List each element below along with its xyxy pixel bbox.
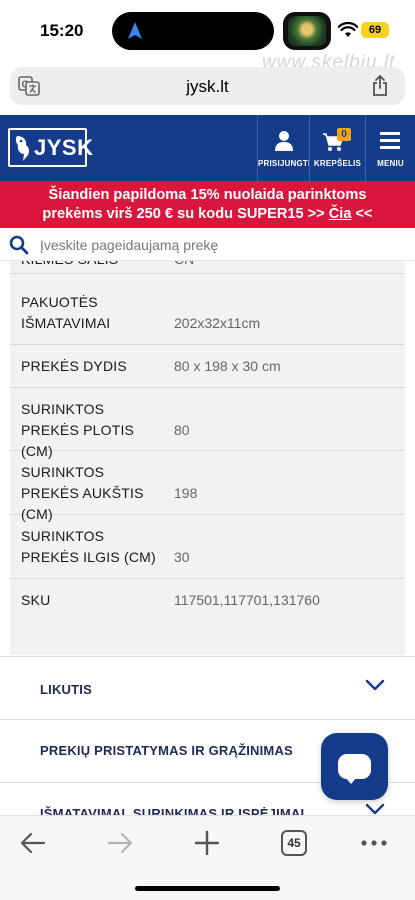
spec-value: 198 <box>174 485 198 501</box>
promo-line-1: Šiandien papildoma 15% nuolaida parinkto… <box>48 187 367 203</box>
promo-banner[interactable]: Šiandien papildoma 15% nuolaida parinkto… <box>0 181 415 228</box>
spec-value: 80 x 198 x 30 cm <box>174 358 281 374</box>
more-options-icon[interactable] <box>360 828 388 858</box>
jysk-logo[interactable]: JYSK <box>8 128 93 167</box>
cart-count-badge: 0 <box>337 128 351 141</box>
wifi-icon <box>338 22 358 37</box>
status-time: 15:20 <box>40 21 84 40</box>
spec-row: SURINKTOS PREKĖS ILGIS (CM) 30 <box>10 515 405 579</box>
chevron-down-icon[interactable] <box>365 679 385 691</box>
spec-label: PAKUOTĖS IŠMATAVIMAI <box>21 294 111 331</box>
chat-bubble-icon <box>338 754 371 784</box>
hamburger-menu-icon <box>380 132 400 149</box>
spec-label: KILMĖS ŠALIS <box>21 261 166 270</box>
spec-label: SURINKTOS PREKĖS ILGIS (CM) <box>21 528 156 565</box>
spec-row: SURINKTOS PREKĖS PLOTIS (CM) 80 <box>10 388 405 459</box>
home-indicator <box>135 886 280 891</box>
status-bar: 15:20 69 <box>0 0 415 60</box>
promo-link[interactable]: Čia <box>329 206 352 222</box>
login-button[interactable]: PRISIJUNGTI <box>257 115 311 181</box>
spec-label: SKU <box>21 592 51 608</box>
promo-line-2: prekėms virš 250 € su kodu SUPER15 >> Či… <box>0 205 415 224</box>
battery-indicator: 69 <box>361 22 389 38</box>
back-arrow-icon[interactable] <box>20 828 46 858</box>
site-header: JYSK PRISIJUNGTI 0 KREPŠELIS MENIU <box>0 115 415 181</box>
share-icon[interactable] <box>371 75 389 97</box>
spec-row: SURINKTOS PREKĖS AUKŠTIS (CM) 198 <box>10 451 405 522</box>
cart-label: KREPŠELIS <box>313 159 362 168</box>
spec-value: 117501,117701,131760 <box>174 592 320 608</box>
promo-line-2-suffix: << <box>351 206 373 222</box>
chevron-down-icon[interactable] <box>365 803 385 815</box>
user-icon <box>275 131 293 151</box>
bird-logo-icon <box>15 136 30 161</box>
address-bar[interactable]: G jysk.lt <box>10 67 405 105</box>
spec-value: 80 <box>174 422 190 438</box>
menu-button[interactable]: MENIU <box>365 115 415 181</box>
now-playing-thumbnail <box>283 12 331 50</box>
forward-arrow-icon[interactable] <box>107 828 133 858</box>
search-input[interactable] <box>40 235 380 255</box>
spec-value: 30 <box>174 549 190 565</box>
accordion-stock[interactable]: LIKUTIS <box>0 656 415 719</box>
new-tab-plus-icon[interactable] <box>194 828 220 858</box>
login-label: PRISIJUNGTI <box>258 159 311 168</box>
promo-line-2-text: prekėms virš 250 € su kodu SUPER15 >> <box>42 206 329 222</box>
accordion-label: LIKUTIS <box>40 682 92 697</box>
dynamic-island <box>112 12 274 50</box>
chat-button[interactable] <box>321 733 388 800</box>
spec-row: SKU 117501,117701,131760 <box>10 579 405 623</box>
cart-button[interactable]: 0 KREPŠELIS <box>309 115 365 181</box>
product-specs-table: KILMĖS ŠALIS CN PAKUOTĖS IŠMATAVIMAI 202… <box>10 261 405 655</box>
url-text[interactable]: jysk.lt <box>10 77 405 97</box>
spec-row: PREKĖS DYDIS 80 x 198 x 30 cm <box>10 345 405 388</box>
accordion-label: PREKIŲ PRISTATYMAS IR GRĄŽINIMAS <box>40 743 293 758</box>
navigation-arrow-icon <box>128 22 142 39</box>
logo-text: JYSK <box>34 135 94 160</box>
spec-row: PAKUOTĖS IŠMATAVIMAI 202x32x11cm <box>10 274 405 345</box>
spec-label: PREKĖS DYDIS <box>21 358 127 374</box>
search-bar <box>0 228 415 261</box>
search-icon[interactable] <box>9 235 29 255</box>
spec-value: 202x32x11cm <box>174 315 261 331</box>
tabs-count-button[interactable]: 45 <box>281 830 307 856</box>
spec-value: CN <box>174 261 194 270</box>
menu-label: MENIU <box>377 159 404 168</box>
spec-row: KILMĖS ŠALIS CN <box>10 261 405 274</box>
